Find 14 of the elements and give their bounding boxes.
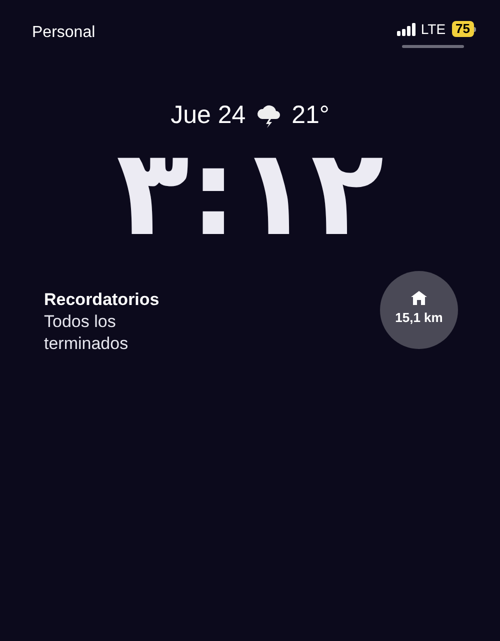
signal-icon (396, 22, 417, 36)
widget-text: Todos los terminados (44, 310, 130, 354)
widget-title: Recordatorios (44, 288, 160, 310)
distance-widget[interactable]: 15,1 km (380, 270, 458, 348)
temperature-text: 21° (292, 100, 330, 131)
thunderstorm-icon (256, 104, 282, 128)
home-icon (411, 291, 427, 306)
carrier-name: Personal (32, 23, 96, 43)
distance-text: 15,1 km (395, 309, 443, 328)
date-text: Jue 24 (170, 100, 246, 131)
battery-level: 75 (452, 21, 474, 37)
network-type: LTE (420, 20, 446, 38)
home-indicator (402, 44, 464, 48)
clock-time: ٣:١٢ (116, 128, 384, 258)
